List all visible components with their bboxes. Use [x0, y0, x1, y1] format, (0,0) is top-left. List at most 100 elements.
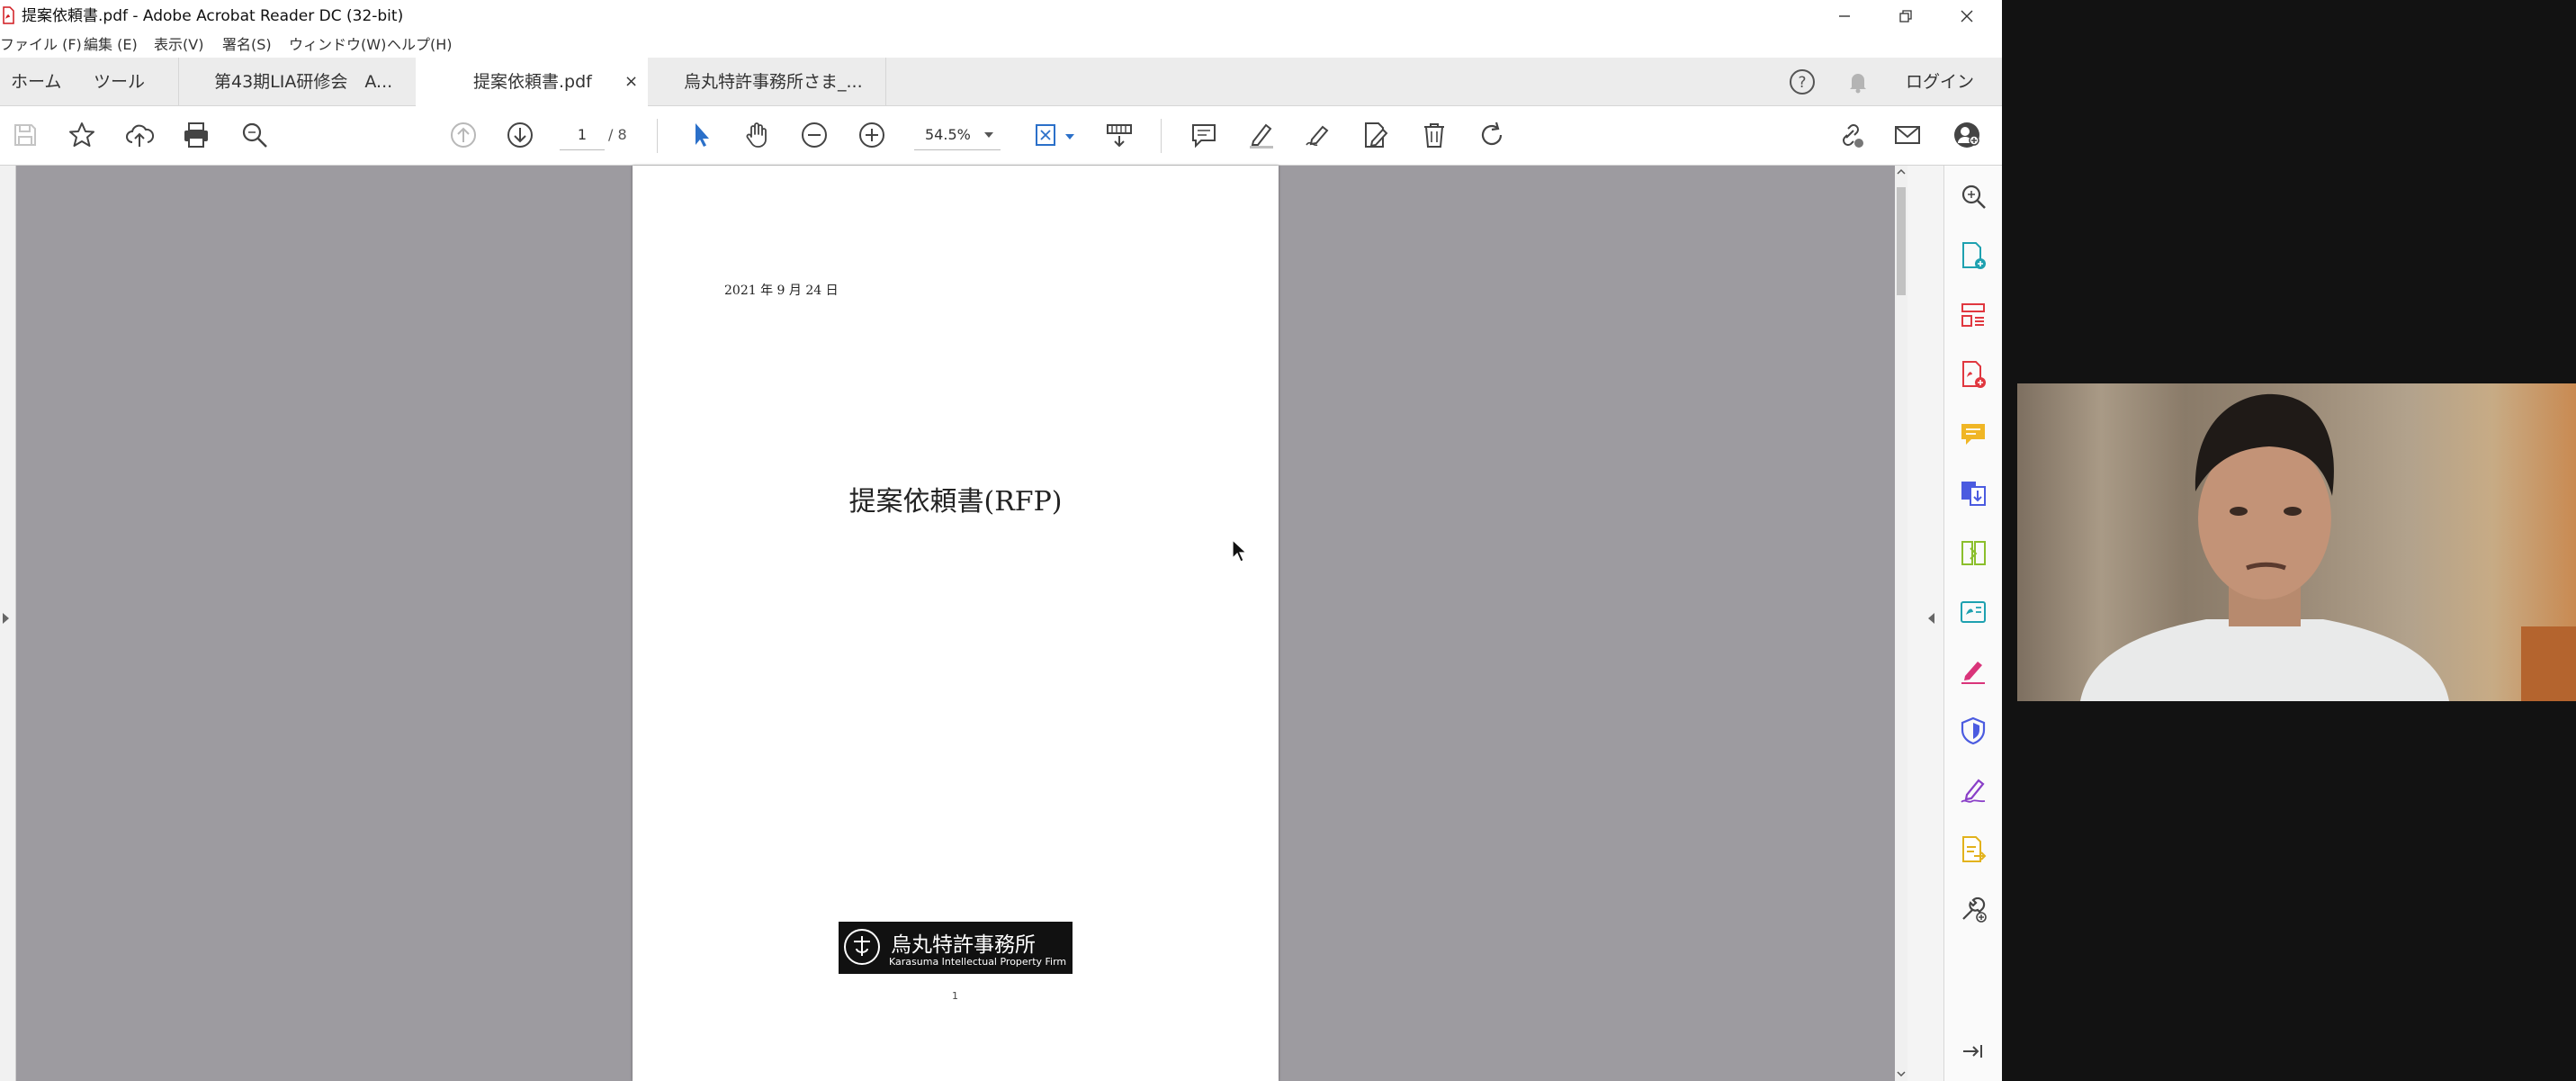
chevron-down-icon: [984, 132, 993, 138]
create-pdf-button[interactable]: [1955, 238, 1991, 274]
vertical-scrollbar[interactable]: [1895, 166, 1907, 1081]
tab-divider: [178, 58, 179, 106]
menu-edit[interactable]: 編集 (E): [84, 35, 138, 55]
bookmark-button[interactable]: [64, 117, 100, 153]
tab-close-button[interactable]: ×: [624, 58, 638, 106]
zoom-in-button[interactable]: [854, 117, 890, 153]
close-window-button[interactable]: [1936, 0, 1997, 32]
help-button[interactable]: ?: [1789, 68, 1816, 95]
minus-circle-icon: [802, 122, 827, 148]
highlight-button[interactable]: [1243, 117, 1279, 153]
arrow-up-circle-icon: [451, 122, 476, 148]
comment-tool-icon: [1961, 424, 1985, 445]
fill-sign-pen-icon: [1961, 662, 1985, 684]
email-button[interactable]: [1889, 117, 1925, 153]
menu-window[interactable]: ウィンドウ(W): [289, 35, 386, 55]
delete-button[interactable]: [1416, 117, 1452, 153]
cursor-arrow-icon: [696, 123, 709, 147]
toolbar: 1 / 8 54.5%: [0, 106, 2002, 166]
page-number-input[interactable]: 1: [560, 121, 605, 150]
fill-and-sign-button[interactable]: [1955, 653, 1991, 689]
comment-tool-button[interactable]: [1955, 416, 1991, 452]
search-tools-button[interactable]: [1955, 178, 1991, 214]
mouse-cursor-icon: [1232, 538, 1248, 563]
hand-tool-button[interactable]: [740, 117, 776, 153]
zoom-out-button[interactable]: [796, 117, 832, 153]
tab-bar: ホーム ツール 第43期LIA研修会 A... 提案依頼書.pdf × 烏丸特許…: [0, 58, 2002, 106]
organize-pages-icon: [1961, 303, 1985, 327]
scroll-down-icon[interactable]: [1897, 1069, 1906, 1078]
menu-bar: ファイル (F) 編集 (E) 表示(V) 署名(S) ウィンドウ(W) ヘルプ…: [0, 32, 2002, 58]
person-video-image: [2017, 383, 2576, 701]
rotate-button[interactable]: [1474, 117, 1510, 153]
zoom-level-value: 54.5%: [925, 126, 971, 143]
chevron-down-icon[interactable]: [1065, 133, 1074, 140]
hand-icon: [746, 122, 767, 148]
menu-sign[interactable]: 署名(S): [222, 35, 272, 55]
print-button[interactable]: [178, 117, 214, 153]
collapse-right-panel-icon[interactable]: [1927, 612, 1936, 625]
tab-document-lia[interactable]: 第43期LIA研修会 A...: [214, 58, 392, 106]
star-icon: [69, 122, 94, 147]
menu-file[interactable]: ファイル (F): [0, 35, 82, 55]
compare-files-icon: [1961, 541, 1986, 565]
notifications-button[interactable]: [1844, 68, 1871, 95]
menu-help[interactable]: ヘルプ(H): [387, 35, 453, 55]
tab-document-karasuma[interactable]: 烏丸特許事務所さま_...: [684, 58, 863, 106]
tools-pane: [1943, 166, 2002, 1081]
send-for-review-button[interactable]: [1955, 832, 1991, 868]
envelope-icon: [1895, 126, 1920, 144]
search-icon: [242, 122, 267, 148]
draw-button[interactable]: [1300, 117, 1336, 153]
document-title: 提案依頼書(RFP): [848, 486, 1063, 518]
plus-circle-icon: [859, 122, 884, 148]
request-signatures-button[interactable]: [1955, 772, 1991, 808]
restore-button[interactable]: [1875, 0, 1936, 32]
zoom-level-select[interactable]: 54.5%: [914, 121, 1001, 150]
next-page-button[interactable]: [502, 117, 538, 153]
scrollbar-thumb[interactable]: [1897, 187, 1906, 295]
tab-tools[interactable]: ツール: [94, 58, 145, 106]
login-button[interactable]: ログイン: [1906, 58, 1974, 106]
share-link-button[interactable]: [1833, 117, 1869, 153]
compare-files-button[interactable]: [1955, 535, 1991, 571]
create-pdf-icon: [1962, 242, 1986, 269]
upload-cloud-button[interactable]: [121, 117, 157, 153]
comment-icon: [1192, 124, 1216, 149]
previous-page-button[interactable]: [445, 117, 481, 153]
scroll-mode-button[interactable]: [1101, 117, 1137, 153]
collapse-tools-pane-button[interactable]: [1955, 1033, 1991, 1069]
export-pdf-button[interactable]: [1955, 356, 1991, 392]
select-tool-button[interactable]: [683, 117, 719, 153]
tab-home[interactable]: ホーム: [11, 58, 61, 106]
fill-sign-button[interactable]: [1358, 117, 1394, 153]
send-document-icon: [1962, 836, 1987, 862]
scan-icon: [1961, 601, 1986, 623]
right-panel-toggle-strip: [1907, 166, 1945, 1081]
account-button[interactable]: [1949, 117, 1985, 153]
expand-left-panel-icon[interactable]: [1, 612, 10, 625]
scroll-up-icon[interactable]: [1897, 167, 1906, 176]
export-pdf-icon: [1962, 361, 1986, 388]
menu-view[interactable]: 表示(V): [154, 35, 203, 55]
page-marker: 1: [952, 990, 958, 1002]
more-tools-button[interactable]: [1955, 891, 1991, 927]
shield-icon: [1961, 716, 1986, 745]
webcam-video: [2017, 383, 2576, 701]
fit-page-button[interactable]: [1028, 117, 1064, 153]
save-button[interactable]: [7, 117, 43, 153]
arrow-down-circle-icon: [507, 122, 533, 148]
organize-pages-button[interactable]: [1955, 297, 1991, 333]
combine-files-button[interactable]: [1955, 475, 1991, 511]
close-icon: [1961, 10, 1973, 23]
minimize-icon: [1839, 15, 1850, 17]
firm-name-english: Karasuma Intellectual Property Firm: [889, 956, 1067, 968]
search-button[interactable]: [237, 117, 273, 153]
protect-button[interactable]: [1955, 713, 1991, 749]
acrobat-logo-icon: [3, 6, 14, 24]
tab-document-rfp[interactable]: 提案依頼書.pdf ×: [416, 58, 648, 106]
minimize-button[interactable]: [1814, 0, 1875, 32]
comment-button[interactable]: [1186, 117, 1222, 153]
link-icon: [1843, 124, 1863, 148]
scan-ocr-button[interactable]: [1955, 594, 1991, 630]
